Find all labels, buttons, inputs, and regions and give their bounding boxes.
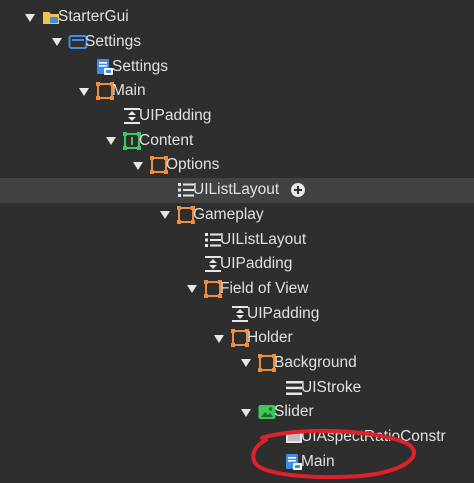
tree-row[interactable]: Settings <box>0 30 474 55</box>
collapse-arrow-icon[interactable] <box>105 137 116 145</box>
collapse-arrow-icon[interactable] <box>78 87 89 96</box>
tree-row[interactable]: UIListLayout <box>0 177 474 203</box>
tree-item-label: Background <box>274 354 357 372</box>
collapse-arrow-icon[interactable] <box>240 408 251 417</box>
tree-item-label: UIPadding <box>139 107 212 125</box>
tree-row[interactable]: UIAspectRatioConstr <box>0 425 474 450</box>
tree-row[interactable]: Background <box>0 351 474 376</box>
tree-row[interactable]: UIPadding <box>0 104 474 129</box>
tree-row[interactable]: Options <box>0 153 474 178</box>
tree-row[interactable]: Main <box>0 450 474 475</box>
collapse-arrow-icon[interactable] <box>132 161 143 170</box>
tree-item-label: Content <box>139 131 194 149</box>
explorer-tree: StarterGui Settings Settings Main UIPadd… <box>0 0 474 483</box>
collapse-arrow-icon[interactable] <box>213 334 224 343</box>
tree-row[interactable]: UIPadding <box>0 252 474 277</box>
tree-row[interactable]: StarterGui <box>0 5 474 30</box>
tree-item-label: Main <box>112 82 146 100</box>
tree-row[interactable]: Settings <box>0 54 474 79</box>
collapse-arrow-icon[interactable] <box>240 359 251 368</box>
tree-row[interactable]: UIListLayout <box>0 227 474 252</box>
tree-row[interactable]: UIPadding <box>0 301 474 326</box>
tree-item-label: Main <box>301 452 335 470</box>
tree-row[interactable]: UIStroke <box>0 376 474 401</box>
collapse-arrow-icon[interactable] <box>51 38 62 47</box>
tree-row[interactable]: Gameplay <box>0 203 474 228</box>
tree-item-label: StarterGui <box>58 8 129 26</box>
tree-item-label: Holder <box>247 329 293 347</box>
tree-row[interactable]: Main <box>0 79 474 104</box>
tree-row[interactable]: Holder <box>0 326 474 351</box>
tree-item-label: UIPadding <box>247 304 320 322</box>
tree-item-label: UIListLayout <box>220 230 307 248</box>
tree-row[interactable]: Slider <box>0 400 474 425</box>
tree-item-label: UIListLayout <box>193 181 280 199</box>
tree-item-label: Slider <box>274 403 314 421</box>
tree-item-label: Gameplay <box>193 205 264 223</box>
collapse-arrow-icon[interactable] <box>186 285 197 294</box>
add-object-icon[interactable] <box>290 182 306 198</box>
tree-item-label: UIPadding <box>220 255 293 273</box>
collapse-arrow-icon[interactable] <box>24 13 35 22</box>
tree-item-label: UIStroke <box>301 378 362 396</box>
tree-item-label: UIAspectRatioConstr <box>301 428 446 446</box>
tree-item-label: Field of View <box>220 279 309 297</box>
tree-item-label: Options <box>166 156 220 174</box>
tree-item-label: Settings <box>85 32 142 50</box>
collapse-arrow-icon[interactable] <box>159 211 170 220</box>
tree-item-label: Settings <box>112 57 169 75</box>
tree-row[interactable]: Field of View <box>0 277 474 302</box>
tree-row[interactable]: Content <box>0 129 474 154</box>
